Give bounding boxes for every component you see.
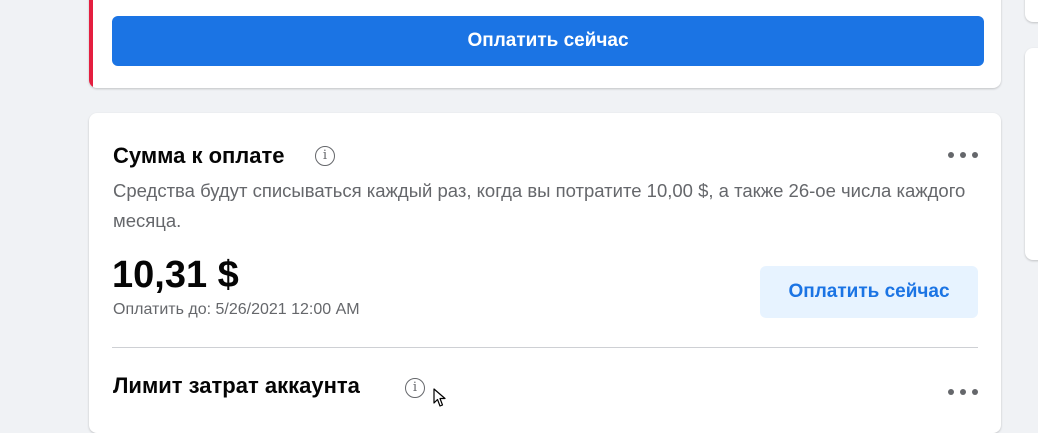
info-icon[interactable]: i	[405, 378, 425, 398]
dot-icon	[960, 389, 966, 395]
amount-due-value: 10,31 $	[112, 254, 239, 296]
divider	[112, 347, 978, 348]
dot-icon	[948, 389, 954, 395]
mouse-cursor-icon	[433, 388, 446, 407]
info-icon[interactable]: i	[315, 146, 335, 166]
more-options-icon[interactable]	[948, 385, 978, 399]
payment-alert-card: Оплатить сейчас	[89, 0, 1001, 88]
alert-stripe	[89, 0, 93, 88]
more-options-icon[interactable]	[948, 148, 978, 162]
dot-icon	[948, 152, 954, 158]
pay-now-button-primary[interactable]: Оплатить сейчас	[112, 16, 984, 66]
pay-now-button-secondary[interactable]: Оплатить сейчас	[760, 266, 978, 318]
dot-icon	[972, 152, 978, 158]
spending-limit-title: Лимит затрат аккаунта	[113, 373, 360, 398]
amount-due-title: Сумма к оплате	[113, 143, 285, 168]
dot-icon	[960, 152, 966, 158]
right-column-card	[1025, 48, 1038, 260]
due-date: Оплатить до: 5/26/2021 12:00 AM	[113, 301, 360, 318]
amount-due-card: Сумма к оплате i Средства будут списыват…	[89, 113, 1001, 433]
right-column-card-top	[1025, 0, 1038, 22]
dot-icon	[972, 389, 978, 395]
billing-description: Средства будут списываться каждый раз, к…	[113, 180, 966, 231]
